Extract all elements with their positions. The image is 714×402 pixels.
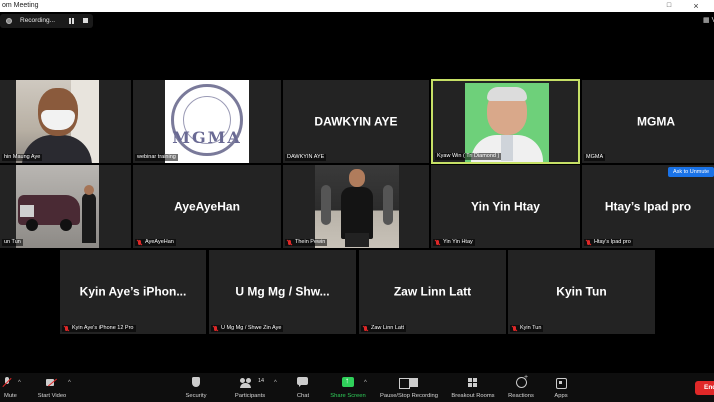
participant-video: [16, 80, 99, 163]
participant-display-name: Zaw Linn Latt: [393, 284, 472, 299]
shield-icon: [190, 377, 202, 388]
chat-icon: [297, 377, 309, 388]
video-tile-ayeayehan[interactable]: AyeAyeHan AyeAyeHan: [133, 165, 281, 248]
muted-mic-icon: [64, 325, 69, 332]
video-tile-kyin-aye-iphone[interactable]: Kyin Aye’s iPhon... Kyin Aye's iPhone 12…: [60, 250, 206, 334]
video-off-icon: [46, 377, 58, 388]
close-icon[interactable]: ×: [690, 0, 702, 12]
start-video-button[interactable]: Start Video: [32, 373, 72, 402]
mute-button[interactable]: Mute: [0, 373, 17, 402]
participant-video: [465, 83, 549, 162]
pause-stop-recording-button[interactable]: Pause/Stop Recording: [378, 373, 440, 402]
breakout-rooms-icon: [467, 377, 479, 388]
participant-name: Yin Yin Htay: [433, 239, 475, 246]
breakout-rooms-button[interactable]: Breakout Rooms: [450, 373, 496, 402]
participant-name: DAWKYIN AYE: [285, 154, 327, 161]
participant-name: Zaw Linn Latt: [361, 325, 407, 332]
share-options-caret-icon[interactable]: ^: [364, 380, 367, 386]
video-tile-yin-yin-htay[interactable]: Yin Yin Htay Yin Yin Htay: [431, 165, 580, 248]
muted-mic-icon: [213, 325, 218, 332]
ask-to-unmute-button[interactable]: Ask to Unmute: [668, 167, 714, 177]
participant-name: U Mg Mg / Shwe Zin Aye: [211, 325, 284, 332]
view-button[interactable]: ▦ V: [703, 16, 714, 24]
participant-name: Htay's Ipad pro: [584, 239, 633, 246]
participants-options-caret-icon[interactable]: ^: [274, 380, 277, 386]
participant-display-name: Htay’s Ipad pro: [604, 198, 692, 213]
apps-label: Apps: [554, 393, 568, 399]
participants-icon: [240, 377, 252, 388]
reactions-button[interactable]: Reactions: [505, 373, 537, 402]
participant-display-name: Yin Yin Htay: [471, 198, 540, 213]
muted-mic-icon: [435, 239, 440, 246]
security-button[interactable]: Security: [180, 373, 212, 402]
restore-icon[interactable]: □: [663, 0, 675, 12]
recording-indicator: Recording...: [0, 14, 93, 28]
chat-label: Chat: [296, 393, 310, 399]
muted-mic-icon: [287, 239, 292, 246]
audio-options-caret-icon[interactable]: ^: [18, 380, 21, 386]
video-tile-thein-pewin[interactable]: Thein Pewin: [283, 165, 429, 248]
participant-name: Kyin Aye's iPhone 12 Pro: [62, 325, 136, 332]
participant-name: webinar training: [135, 154, 178, 161]
start-video-label: Start Video: [37, 393, 67, 399]
participants-button[interactable]: 14 Participants: [230, 373, 270, 402]
participants-count: 14: [258, 378, 265, 384]
participant-display-name: Kyin Tun: [556, 284, 607, 299]
muted-mic-icon: [137, 239, 142, 246]
participants-label: Participants: [234, 393, 266, 399]
participant-display-name: MGMA: [637, 113, 675, 128]
reactions-label: Reactions: [508, 393, 534, 399]
participant-name: Thein Pewin: [285, 239, 328, 246]
share-screen-button[interactable]: Share Screen: [328, 373, 368, 402]
video-tile-kyaw-win-active-speaker[interactable]: Kyaw Win ( Tri Diamond ): [431, 79, 580, 164]
apps-button[interactable]: Apps: [548, 373, 574, 402]
video-tile-dawkyin-aye[interactable]: DAWKYIN AYE DAWKYIN AYE: [283, 80, 429, 163]
video-tile-zaw-linn-latt[interactable]: Zaw Linn Latt Zaw Linn Latt: [359, 250, 506, 334]
security-label: Security: [185, 393, 207, 399]
muted-mic-icon: [1, 377, 13, 388]
participant-display-name: Kyin Aye’s iPhon...: [79, 284, 187, 299]
grid-view-icon: ▦: [703, 17, 710, 24]
participant-video: [16, 165, 99, 248]
participant-name: Kyin Tun: [510, 325, 544, 332]
chat-button[interactable]: Chat: [290, 373, 316, 402]
video-tile-chin-maung-aye[interactable]: hin Maung Aye: [0, 80, 131, 163]
mute-label: Mute: [4, 393, 17, 399]
video-tile-webinar-training[interactable]: MGMA webinar training: [133, 80, 281, 163]
breakout-rooms-label: Breakout Rooms: [451, 393, 495, 399]
pause-stop-recording-label: Pause/Stop Recording: [379, 393, 439, 399]
muted-mic-icon: [363, 325, 368, 332]
video-tile-kyin-tun[interactable]: Kyin Tun Kyin Tun: [508, 250, 655, 334]
share-screen-icon: [342, 376, 354, 388]
apps-icon: [555, 377, 567, 389]
share-screen-label: Share Screen: [330, 393, 366, 399]
video-tile-un-tun[interactable]: un Tun: [0, 165, 131, 248]
title-bar: om Meeting □ ×: [0, 0, 714, 12]
participant-name: Kyaw Win ( Tri Diamond ): [435, 153, 502, 160]
participant-name: AyeAyeHan: [135, 239, 176, 246]
muted-mic-icon: [512, 325, 517, 332]
participant-display-name: U Mg Mg / Shw...: [235, 284, 330, 299]
participant-name: un Tun: [2, 239, 23, 246]
stop-recording-icon[interactable]: [83, 18, 88, 23]
video-options-caret-icon[interactable]: ^: [68, 380, 71, 386]
mgma-logo-image: MGMA: [165, 80, 249, 163]
video-tile-u-mg-mg[interactable]: U Mg Mg / Shw... U Mg Mg / Shwe Zin Aye: [209, 250, 356, 334]
video-tile-htay-ipad-pro[interactable]: Htay’s Ipad pro Htay's Ipad pro: [582, 165, 714, 248]
meeting-toolbar: Mute ^ Start Video ^ Security 14 Partici…: [0, 373, 714, 402]
video-tile-mgma[interactable]: MGMA MGMA: [582, 80, 714, 163]
participant-name: hin Maung Aye: [2, 154, 43, 161]
participant-name: MGMA: [584, 154, 606, 161]
participant-video: [315, 165, 399, 248]
pause-recording-icon[interactable]: [69, 18, 75, 24]
participant-display-name: DAWKYIN AYE: [314, 113, 398, 128]
pause-stop-recording-icon: [399, 377, 419, 389]
end-meeting-button[interactable]: End: [695, 381, 714, 395]
muted-mic-icon: [586, 239, 591, 246]
participant-display-name: AyeAyeHan: [174, 198, 240, 213]
window-title: om Meeting: [2, 2, 39, 9]
reactions-icon: [515, 374, 528, 388]
recording-dot-icon: [6, 18, 12, 24]
recording-label: Recording...: [20, 17, 56, 24]
